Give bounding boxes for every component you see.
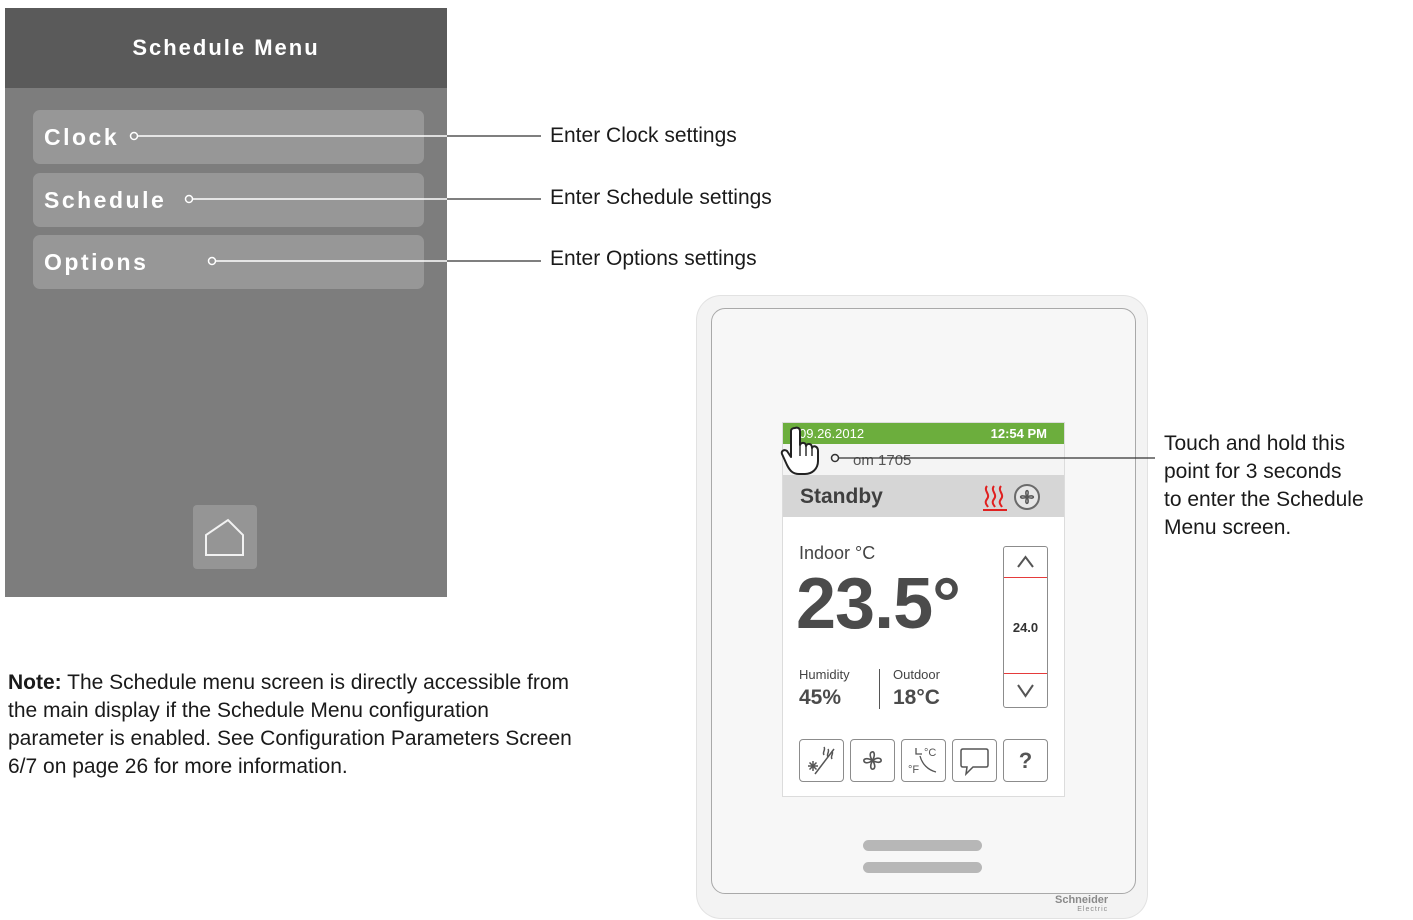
- hand-pointer-icon: [780, 426, 819, 475]
- brand-sub: Electric: [1077, 906, 1109, 913]
- device-slot-top: [863, 840, 982, 851]
- brand-logo: Schneider Electric: [1055, 895, 1108, 915]
- device-slot-bottom: [863, 862, 982, 873]
- touch-callout-line: [830, 453, 1155, 463]
- brand-name: Schneider: [1055, 894, 1109, 906]
- touch-point-dot: [830, 453, 840, 463]
